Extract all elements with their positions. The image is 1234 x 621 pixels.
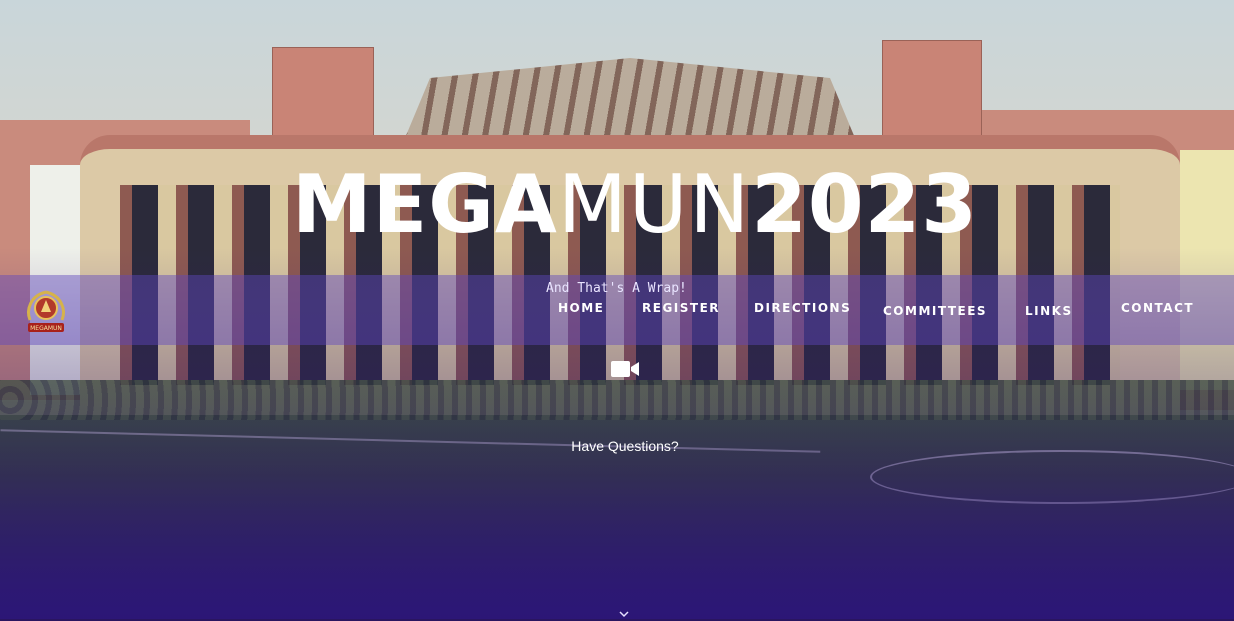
have-questions-link[interactable]: Have Questions?	[560, 438, 690, 458]
logo-text: MEGAMUN	[30, 325, 62, 332]
video-camera-icon[interactable]	[610, 358, 640, 380]
nav-committees[interactable]: COMMITTEES	[883, 304, 987, 322]
nav-register[interactable]: REGISTER	[642, 301, 720, 319]
megamun-emblem-icon[interactable]: MEGAMUN	[20, 288, 72, 334]
nav-home[interactable]: HOME	[558, 301, 604, 319]
hero-title: MEGAMUN2023	[292, 158, 977, 251]
nav-contact[interactable]: CONTACT	[1121, 301, 1194, 319]
title-mun: MUN	[557, 158, 752, 251]
nav-links[interactable]: LINKS	[1025, 304, 1073, 322]
tagline: And That's A Wrap!	[546, 281, 687, 296]
title-mega: MEGA	[292, 158, 558, 251]
chevron-down-icon[interactable]	[618, 610, 630, 619]
nav-directions[interactable]: DIRECTIONS	[754, 301, 851, 319]
title-year: 2023	[751, 158, 978, 251]
